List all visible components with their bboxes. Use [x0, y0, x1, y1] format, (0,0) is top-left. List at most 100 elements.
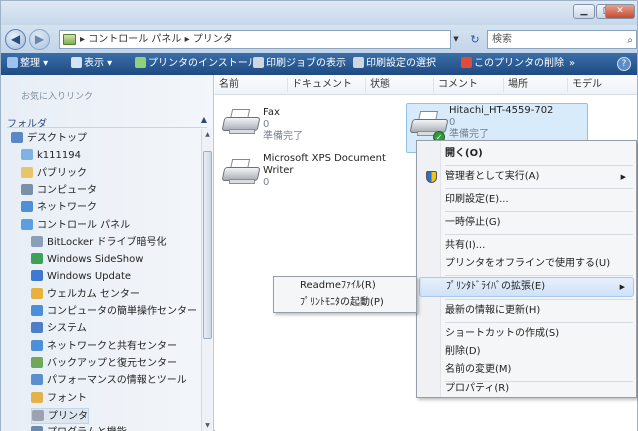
column-header-comment[interactable]: コメント: [433, 78, 478, 92]
tree-item[interactable]: フォント: [31, 391, 87, 407]
column-header-model[interactable]: モデル: [567, 78, 602, 92]
tree-item-label: コンピュータ: [37, 184, 97, 196]
uac-shield-icon: [426, 171, 437, 183]
scroll-up-icon[interactable]: ▲: [203, 130, 212, 140]
printing-prefs-button[interactable]: 印刷設定の選択: [353, 57, 436, 70]
tree-item[interactable]: Windows SideShow: [31, 252, 143, 268]
search-icon[interactable]: ⌕: [627, 32, 633, 49]
delete-printer-label: このプリンタの削除: [474, 58, 564, 69]
see-queue-button[interactable]: 印刷ジョブの表示: [253, 57, 346, 70]
menu-separator: [445, 188, 633, 189]
context-menu: 開く(O) 管理者として実行(A) ▶ 印刷設定(E)... 一時停止(G) 共…: [416, 140, 637, 398]
menu-item-use-offline[interactable]: プリンタをオフラインで使用する(U): [419, 254, 634, 274]
chevron-up-icon[interactable]: ▲: [201, 115, 207, 124]
views-label: 表示 ▾: [84, 58, 113, 69]
column-header-documents[interactable]: ドキュメント: [287, 78, 352, 92]
forward-button[interactable]: ▶: [29, 29, 50, 50]
tree-item[interactable]: パフォーマンスの情報とツール: [31, 373, 187, 389]
menu-item-sharing[interactable]: 共有(I)...: [419, 236, 634, 256]
menu-item-open[interactable]: 開く(O): [419, 144, 634, 164]
printer-item-fax[interactable]: Fax 0 準備完了: [263, 107, 303, 143]
column-header-status[interactable]: 状態: [365, 78, 390, 92]
xps-printer-icon[interactable]: [221, 159, 261, 185]
tree-item[interactable]: バックアップと復元センター: [31, 356, 177, 372]
menu-item-create-shortcut[interactable]: ショートカットの作成(S): [419, 324, 634, 344]
nav-scrollbar[interactable]: ▲ ▼: [201, 129, 212, 431]
tree-item[interactable]: BitLocker ドライブ暗号化: [31, 235, 166, 251]
refresh-icon[interactable]: ↻: [466, 30, 484, 49]
folder-icon: [31, 270, 43, 282]
tree-item[interactable]: ネットワークと共有センター: [31, 339, 177, 355]
menu-item-pause[interactable]: 一時停止(G): [419, 213, 634, 233]
folder-icon: [31, 322, 43, 334]
tree-item-label: ネットワーク: [37, 202, 97, 214]
navigation-pane: お気に入りリンク フォルダ ▲ デスクトップ k111194 パブリック コンピュータネ…: [1, 75, 214, 431]
scrollbar-thumb[interactable]: [203, 151, 212, 339]
menu-item-printing-prefs[interactable]: 印刷設定(E)...: [419, 190, 634, 210]
tree-item[interactable]: Windows Update: [31, 269, 131, 285]
breadcrumb-control-panel[interactable]: コントロール パネル: [88, 34, 181, 45]
more-commands-button[interactable]: »: [569, 57, 575, 70]
folder-icon: [31, 426, 43, 431]
tree-item[interactable]: パブリック: [21, 166, 87, 182]
tree-item-label: Windows Update: [47, 271, 132, 283]
tree-item[interactable]: k111194: [21, 148, 81, 164]
breadcrumb-printers[interactable]: プリンタ: [193, 34, 233, 45]
install-printer-button[interactable]: プリンタのインストール: [135, 57, 258, 70]
tree-item-label: バックアップと復元センター: [47, 357, 177, 369]
printer-status: 準備完了: [263, 131, 303, 142]
organize-button[interactable]: 整理 ▾: [7, 57, 48, 70]
tree-item[interactable]: プリンタ: [31, 407, 89, 424]
tree-item[interactable]: デスクトップ: [11, 131, 87, 147]
address-dropdown-icon[interactable]: ▼: [449, 30, 463, 49]
tree-item[interactable]: ネットワーク: [21, 200, 97, 216]
tree-item-label: ネットワークと共有センター: [47, 340, 177, 352]
menu-item-driver-extension[interactable]: ﾌﾟﾘﾝﾀﾄﾞﾗｲﾊﾞの拡張(E) ▶: [419, 277, 634, 297]
printer-item-xps[interactable]: Microsoft XPS Document Writer 0: [263, 153, 386, 189]
folder-icon: [31, 253, 43, 265]
submenu-arrow-icon: ▶: [620, 173, 626, 181]
menu-item-delete[interactable]: 削除(D): [419, 342, 634, 362]
organize-icon: [7, 57, 18, 68]
tree-item[interactable]: コンピュータの簡単操作センター: [31, 304, 197, 320]
submenu-item-print-monitor[interactable]: ﾌﾟﾘﾝﾄﾓﾆﾀの起動(P): [274, 294, 384, 312]
printer-docs: 0: [449, 117, 456, 128]
printer-name: Hitachi_HT-4559-702: [449, 105, 554, 116]
back-button[interactable]: ◀: [5, 29, 26, 50]
organize-label: 整理 ▾: [20, 58, 49, 69]
tree-item[interactable]: コントロール パネル: [21, 218, 130, 234]
search-input[interactable]: 検索 ⌕: [487, 30, 637, 49]
minimize-button[interactable]: ▁: [573, 4, 595, 19]
menu-separator: [445, 234, 633, 235]
fax-printer-icon[interactable]: [221, 109, 261, 135]
explorer-window: ▁ □ ✕ ◀ ▶ ▸ コントロール パネル ▸ プリンタ ▼ ↻ 検索 ⌕ 整…: [0, 0, 638, 431]
printer-name: Microsoft XPS Document: [263, 153, 386, 164]
menu-item-run-as-admin[interactable]: 管理者として実行(A) ▶: [419, 167, 634, 187]
tree-item[interactable]: プログラムと機能: [31, 425, 127, 431]
menu-item-properties[interactable]: プロパティ(R): [419, 379, 634, 399]
driver-submenu: Readmeﾌｧｲﾙ(R) ﾌﾟﾘﾝﾄﾓﾆﾀの起動(P): [273, 276, 417, 313]
printer-name-line2: Writer: [263, 165, 294, 176]
printer-item-hitachi[interactable]: Hitachi_HT-4559-702 0 準備完了: [449, 105, 553, 141]
address-bar[interactable]: ▸ コントロール パネル ▸ プリンタ: [59, 30, 451, 49]
scroll-down-icon[interactable]: ▼: [203, 421, 212, 431]
install-printer-label: プリンタのインストール: [148, 58, 258, 69]
delete-printer-button[interactable]: このプリンタの削除: [461, 57, 564, 70]
views-button[interactable]: 表示 ▾: [71, 57, 112, 70]
column-header-name[interactable]: 名前: [215, 78, 239, 92]
tree-item[interactable]: ウェルカム センター: [31, 287, 140, 303]
folder-icon: [21, 166, 33, 178]
favorite-links-header[interactable]: お気に入りリンク: [21, 89, 93, 102]
close-button[interactable]: ✕: [605, 4, 635, 19]
column-header-location[interactable]: 場所: [503, 78, 528, 92]
tree-item[interactable]: システム: [31, 321, 87, 337]
tree-item[interactable]: コンピュータ: [21, 183, 97, 199]
menu-item-label: 管理者として実行(A): [445, 171, 540, 182]
menu-item-refresh[interactable]: 最新の情報に更新(H): [419, 301, 634, 321]
submenu-item-readme[interactable]: Readmeﾌｧｲﾙ(R): [274, 277, 376, 295]
folder-icon: [31, 305, 43, 316]
tree-item-label: BitLocker ドライブ暗号化: [47, 236, 167, 248]
help-icon[interactable]: ?: [617, 57, 631, 71]
menu-item-rename[interactable]: 名前の変更(M): [419, 360, 634, 380]
command-bar: 整理 ▾ 表示 ▾ プリンタのインストール 印刷ジョブの表示 印刷設定の選択 こ…: [1, 53, 637, 75]
